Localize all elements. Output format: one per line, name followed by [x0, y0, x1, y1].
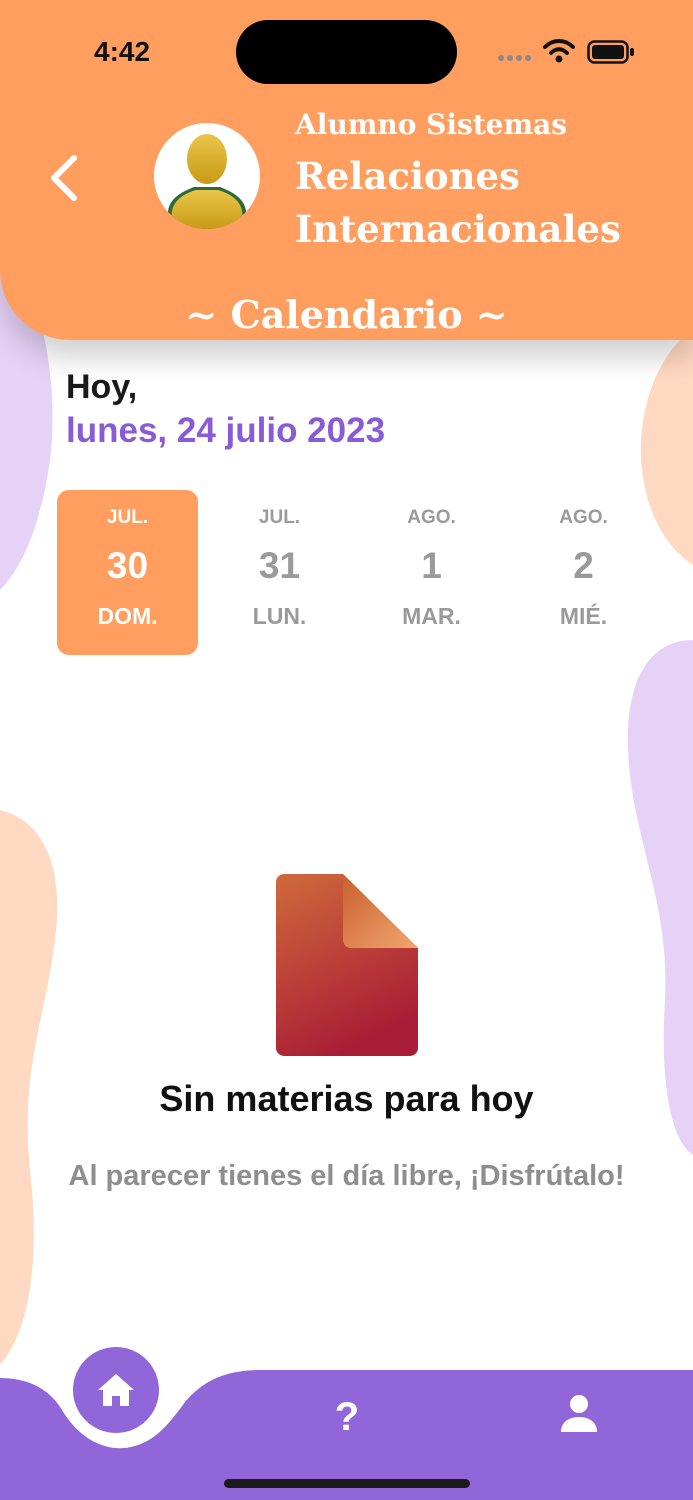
user-avatar-icon	[154, 123, 260, 229]
day-month: JUL.	[258, 507, 301, 528]
day-month: JUL.	[106, 507, 149, 528]
question-icon: ?	[334, 1394, 360, 1439]
day-month: AGO.	[559, 507, 608, 528]
day-weekday: DOM.	[97, 603, 158, 629]
day-weekday: MAR.	[402, 603, 461, 629]
day-item-selected[interactable]: JUL. 30 DOM.	[57, 490, 198, 655]
dynamic-island	[236, 20, 457, 84]
header-user-name: Relaciones Internacionales	[295, 150, 675, 256]
back-chevron-icon[interactable]	[44, 150, 84, 206]
nav-home-button[interactable]	[73, 1347, 159, 1433]
nav-help-button[interactable]: ?	[318, 1388, 376, 1446]
day-number: 2	[573, 545, 594, 586]
home-indicator	[224, 1479, 470, 1488]
document-icon	[276, 874, 418, 1056]
empty-state-message: Al parecer tienes el día libre, ¡Disfrút…	[68, 1160, 625, 1192]
day-month: AGO.	[407, 507, 456, 528]
day-number: 31	[258, 545, 301, 586]
status-bar: 4:42	[0, 20, 693, 84]
day-number: 30	[106, 545, 149, 586]
section-title: ~ Calendario ~	[185, 292, 508, 337]
battery-icon	[587, 40, 634, 64]
today-block: Hoy, lunes, 24 julio 2023	[66, 368, 385, 451]
status-time: 4:42	[94, 36, 151, 67]
day-selector: JUL. 30 DOM. JUL. 31 LUN. AGO. 1 MAR. AG…	[57, 490, 665, 655]
day-weekday: LUN.	[252, 603, 307, 629]
home-icon	[98, 1374, 134, 1406]
header-name-line1: Relaciones	[295, 154, 520, 198]
header-name-line2: Internacionales	[295, 207, 621, 251]
wifi-icon	[543, 39, 575, 63]
day-weekday: MIÉ.	[559, 603, 608, 629]
cellular-signal-icon	[498, 55, 531, 61]
header-subtitle: Alumno Sistemas	[295, 108, 568, 141]
day-number: 1	[421, 545, 442, 586]
empty-state-title: Sin materias para hoy	[159, 1078, 534, 1119]
day-item[interactable]: AGO. 1 MAR.	[361, 490, 502, 655]
today-date: lunes, 24 julio 2023	[66, 411, 386, 450]
day-item[interactable]: AGO. 2 MIÉ.	[513, 490, 654, 655]
day-item[interactable]: JUL. 31 LUN.	[209, 490, 350, 655]
profile-icon[interactable]	[555, 1390, 603, 1438]
today-label: Hoy,	[66, 368, 138, 406]
